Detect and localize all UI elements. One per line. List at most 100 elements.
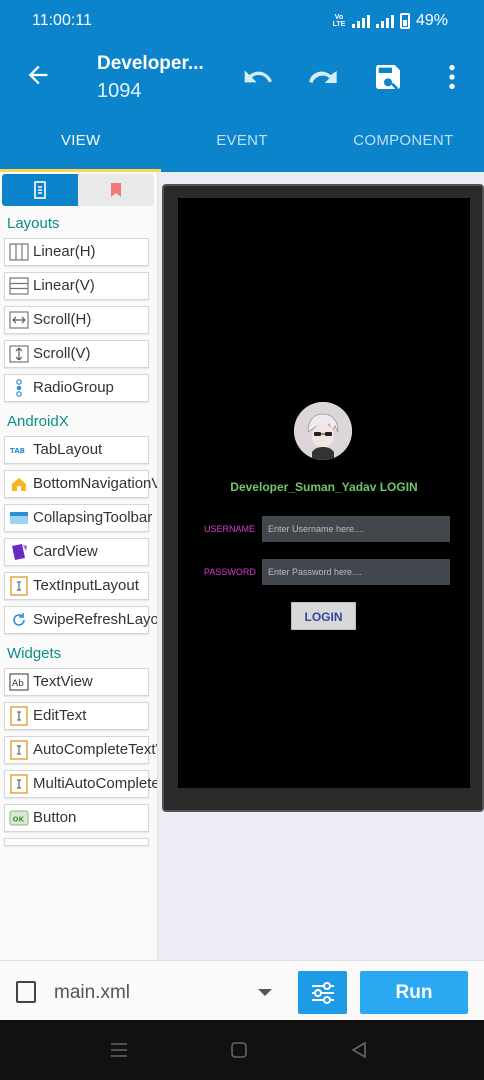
palette-item-label: TabLayout	[33, 441, 103, 458]
profile-avatar-image[interactable]	[294, 402, 352, 460]
palette-item-label: CollapsingToolbar	[33, 509, 153, 526]
device-screen[interactable]: Developer_Suman_Yadav LOGIN USERNAME Ent…	[178, 198, 470, 788]
palette-item-label: BottomNavigationView	[33, 475, 157, 492]
palette-item-button[interactable]: OK Button	[4, 804, 149, 832]
editor-tabs: VIEW EVENT COMPONENT	[0, 110, 484, 172]
redo-icon[interactable]	[306, 61, 338, 93]
palette-item-cardview[interactable]: CardView	[4, 538, 149, 566]
project-id: 1094	[97, 80, 142, 102]
device-preview-frame: Developer_Suman_Yadav LOGIN USERNAME Ent…	[162, 184, 484, 812]
app-bar: Developer... 1094	[0, 44, 484, 110]
palette-item-label: EditText	[33, 707, 87, 724]
palette-list: Layouts Linear(H) Linear(V) Scroll(H) Sc…	[0, 210, 157, 852]
palette-item-partial[interactable]	[4, 838, 149, 846]
palette-toggle	[2, 174, 154, 206]
file-icon	[16, 981, 36, 1003]
text-input-icon	[10, 576, 28, 596]
home-icon	[12, 478, 26, 491]
palette-item-scroll-v[interactable]: Scroll(V)	[4, 340, 149, 368]
back-nav-icon[interactable]	[350, 1041, 368, 1059]
radio-group-icon	[16, 379, 22, 397]
widget-palette: Layouts Linear(H) Linear(V) Scroll(H) Sc…	[0, 172, 158, 960]
palette-item-collapsing-toolbar[interactable]: CollapsingToolbar	[4, 504, 152, 532]
palette-item-textview[interactable]: Ab TextView	[4, 668, 149, 696]
recent-apps-icon[interactable]	[110, 1041, 128, 1059]
tab-icon: TAB	[10, 447, 25, 455]
palette-item-edittext[interactable]: EditText	[4, 702, 149, 730]
run-button[interactable]: Run	[360, 971, 468, 1014]
password-field[interactable]: Enter Password here....	[262, 559, 450, 585]
palette-item-label: SwipeRefreshLayout	[33, 611, 158, 628]
linear-vertical-icon	[9, 277, 29, 295]
tab-event[interactable]: EVENT	[161, 110, 322, 172]
section-widgets: Widgets	[7, 645, 62, 662]
status-time: 11:00:11	[32, 12, 92, 29]
palette-item-label: Button	[33, 809, 77, 826]
design-canvas: Developer_Suman_Yadav LOGIN USERNAME Ent…	[158, 172, 484, 960]
file-selector[interactable]: main.xml	[54, 982, 130, 1004]
username-field[interactable]: Enter Username here....	[262, 516, 450, 542]
battery-level: 49%	[415, 12, 448, 29]
palette-item-linear-v[interactable]: Linear(V)	[4, 272, 149, 300]
palette-item-label: CardView	[33, 543, 98, 560]
palette-item-bottomnav[interactable]: BottomNavigationView	[4, 470, 157, 498]
bottom-toolbar: main.xml Run	[0, 960, 484, 1020]
palette-item-label: Scroll(V)	[33, 345, 91, 362]
palette-item-label: MultiAutoCompleteTextView	[33, 775, 157, 792]
section-androidx: AndroidX	[7, 413, 69, 430]
save-icon[interactable]	[372, 61, 404, 93]
svg-text:TAB: TAB	[10, 447, 25, 455]
refresh-icon	[13, 613, 25, 626]
palette-item-label: RadioGroup	[33, 379, 114, 396]
widget-icon	[34, 181, 46, 199]
edittext-icon	[10, 706, 28, 726]
palette-item-label: Scroll(H)	[33, 311, 92, 328]
palette-bookmark-toggle[interactable]	[78, 174, 154, 206]
toolbar-icon	[10, 512, 28, 524]
palette-item-label: TextView	[33, 673, 93, 690]
undo-icon[interactable]	[242, 61, 274, 93]
login-button[interactable]: LOGIN	[291, 602, 356, 630]
avatar-illustration	[294, 402, 352, 460]
palette-item-linear-h[interactable]: Linear(H)	[4, 238, 149, 266]
linear-horizontal-icon	[9, 243, 29, 261]
svg-text:Ab: Ab	[12, 679, 24, 689]
sketchware-editor: 11:00:11 Vo LTE 49% Developer... 1094 VI…	[0, 0, 484, 1080]
textview-icon: Ab	[9, 673, 29, 691]
signal-icon-2	[375, 14, 394, 28]
button-icon: OK	[9, 810, 29, 826]
sliders-icon	[311, 981, 334, 1004]
username-label: USERNAME	[204, 524, 256, 534]
palette-item-autocomplete[interactable]: AutoCompleteTextView	[4, 736, 157, 764]
palette-item-label: AutoCompleteTextView	[33, 741, 157, 758]
palette-item-radiogroup[interactable]: RadioGroup	[4, 374, 149, 402]
card-icon	[12, 544, 27, 560]
palette-item-multiautocomplete[interactable]: MultiAutoCompleteTextView	[4, 770, 157, 798]
tab-view[interactable]: VIEW	[0, 110, 161, 172]
more-options-icon[interactable]	[436, 61, 468, 93]
tab-component[interactable]: COMPONENT	[323, 110, 484, 172]
section-layouts: Layouts	[7, 215, 60, 232]
properties-button[interactable]	[298, 971, 347, 1014]
status-icons: Vo LTE 49%	[332, 12, 448, 30]
palette-widgets-toggle[interactable]	[2, 174, 78, 206]
chevron-down-icon[interactable]	[258, 989, 272, 996]
palette-item-swiperefresh[interactable]: SwipeRefreshLayout	[4, 606, 157, 634]
bookmark-icon	[111, 183, 121, 197]
palette-item-label: Linear(H)	[33, 243, 96, 260]
multiautocomplete-icon	[10, 774, 28, 794]
palette-item-textinputlayout[interactable]: TextInputLayout	[4, 572, 149, 600]
status-bar: 11:00:11 Vo LTE 49%	[0, 0, 484, 44]
palette-item-tablayout[interactable]: TAB TabLayout	[4, 436, 149, 464]
scroll-horizontal-icon	[9, 311, 29, 329]
back-arrow-icon[interactable]	[24, 61, 52, 89]
home-nav-icon[interactable]	[230, 1041, 248, 1059]
project-title: Developer...	[97, 53, 204, 74]
palette-item-scroll-h[interactable]: Scroll(H)	[4, 306, 149, 334]
battery-icon	[399, 13, 410, 29]
svg-text:OK: OK	[13, 816, 25, 824]
signal-icon	[351, 14, 370, 28]
autocomplete-icon	[10, 740, 28, 760]
login-title: Developer_Suman_Yadav LOGIN	[230, 480, 418, 494]
system-nav-bar	[0, 1020, 484, 1080]
